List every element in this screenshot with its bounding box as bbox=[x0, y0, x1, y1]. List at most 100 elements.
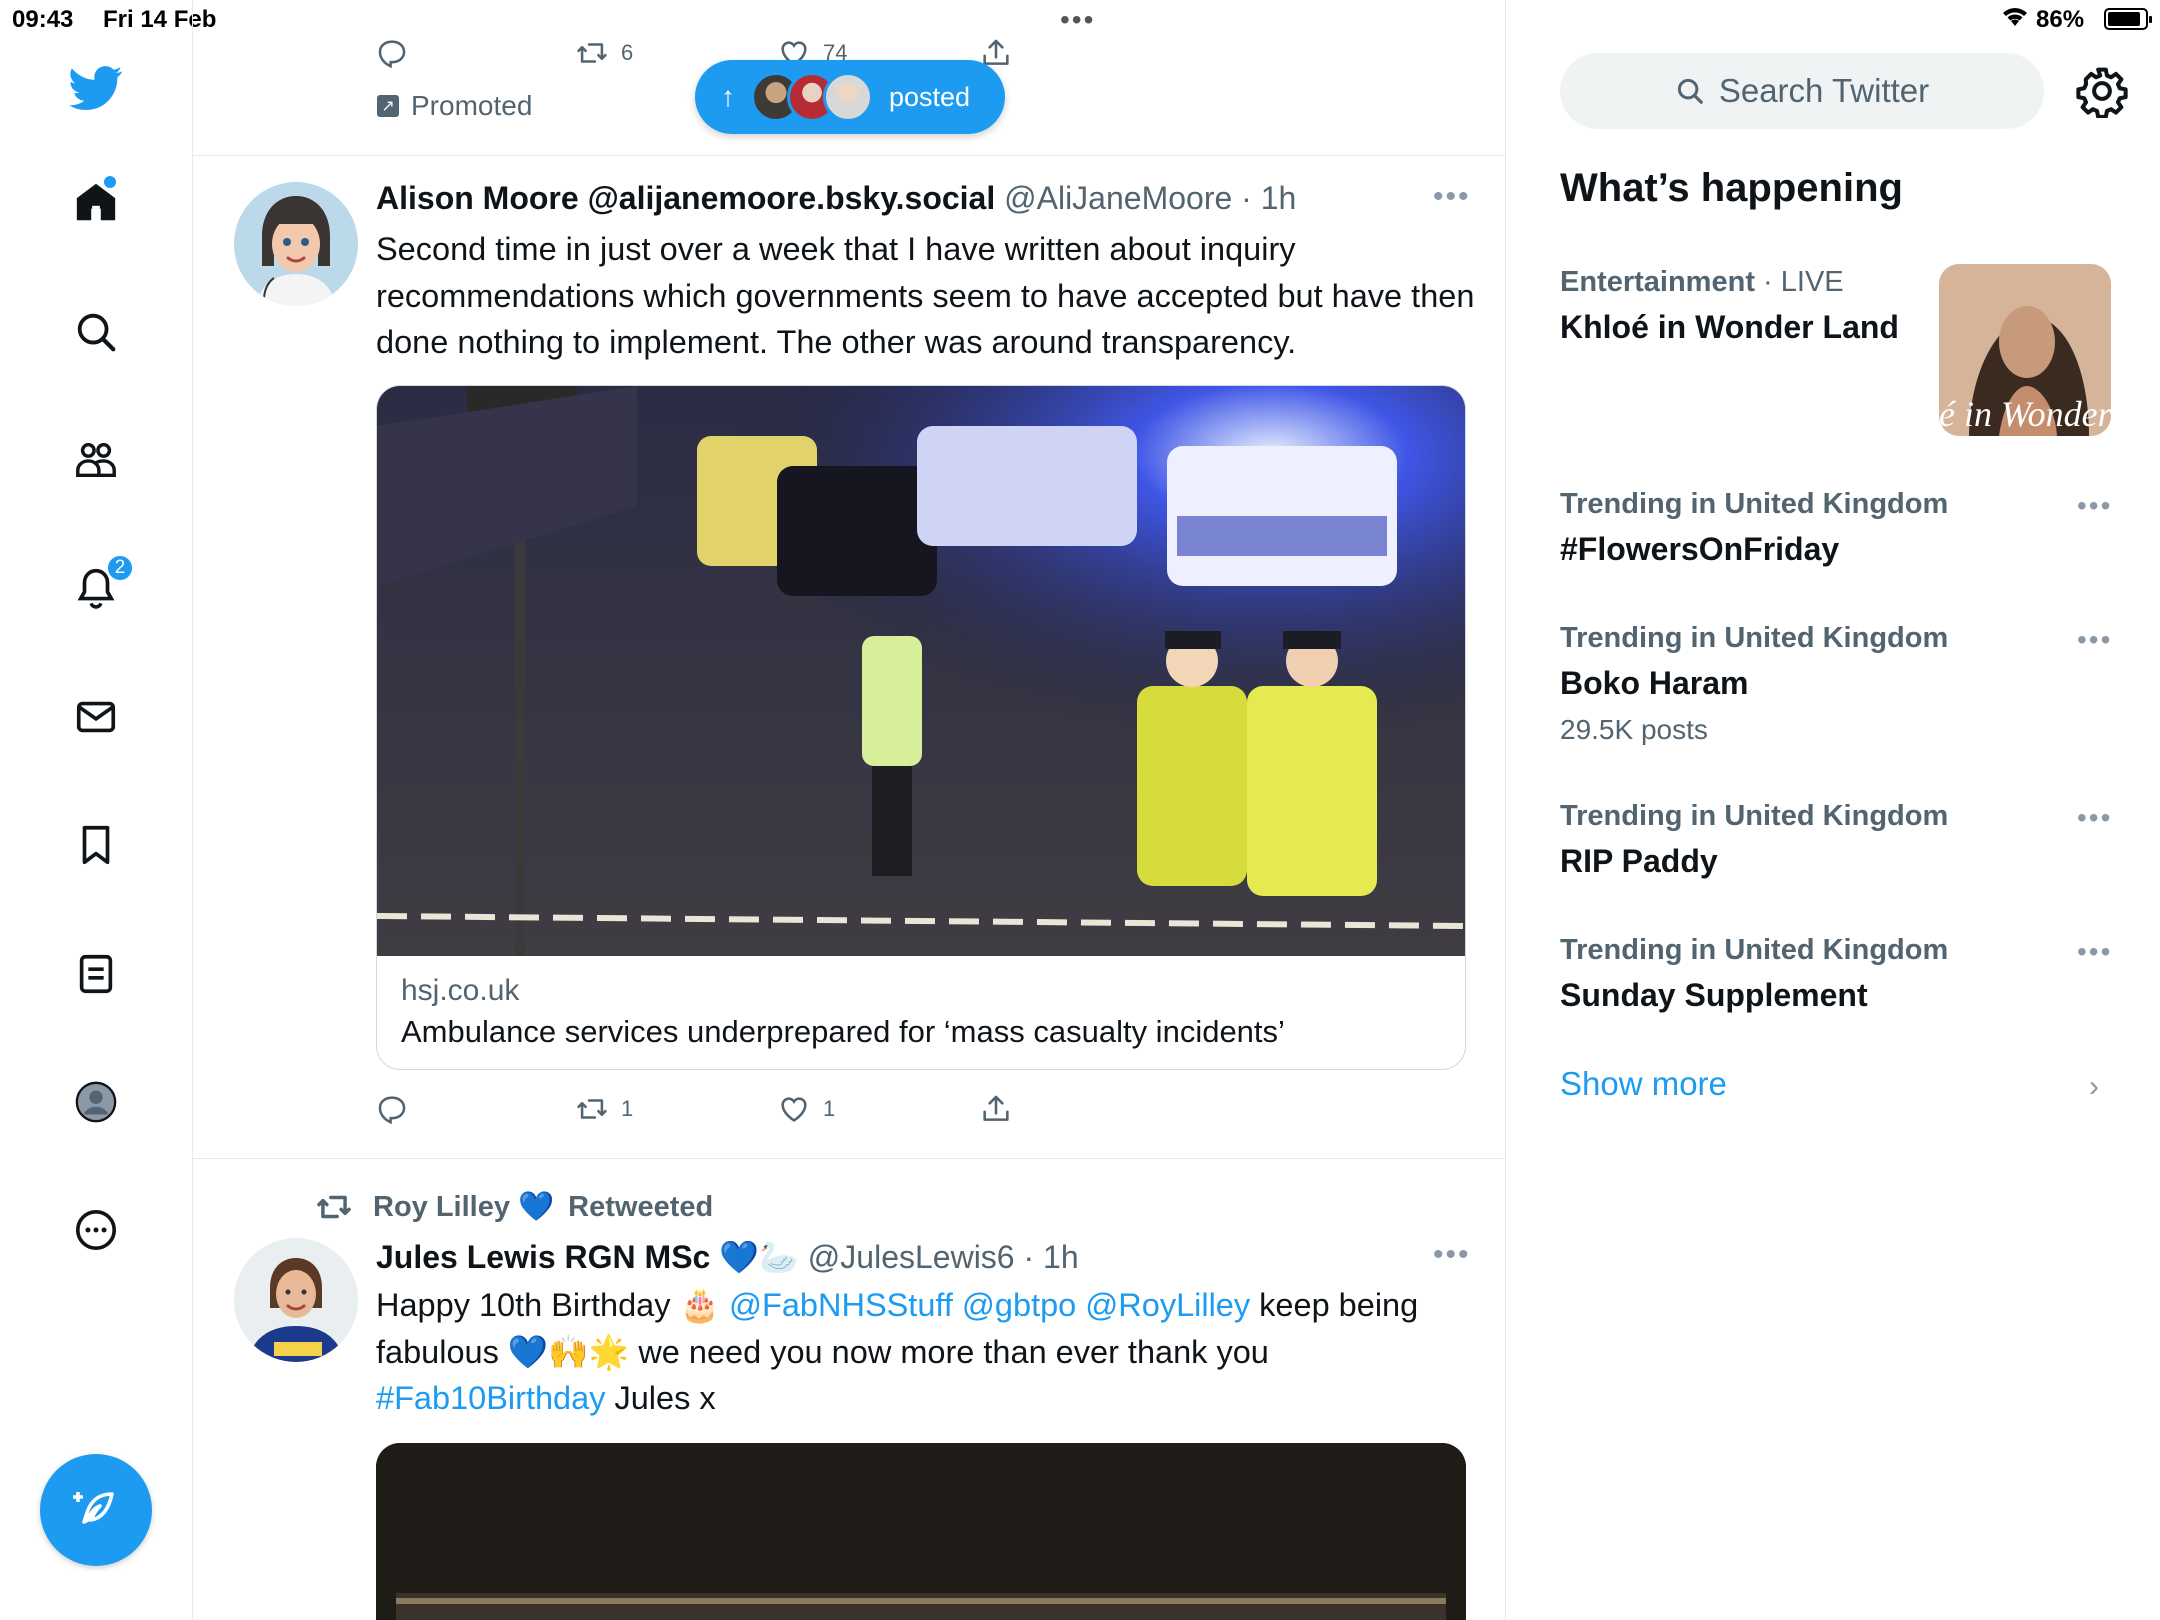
nav-bookmarks[interactable] bbox=[66, 815, 126, 875]
trend-post-count: 29.5K posts bbox=[1560, 714, 1708, 745]
trend-category: Entertainment bbox=[1560, 266, 1755, 298]
mention-link[interactable]: @RoyLilley bbox=[1085, 1287, 1250, 1323]
whats-happening-heading: What’s happening bbox=[1560, 166, 1903, 210]
nav-notifications[interactable]: 2 bbox=[66, 554, 134, 618]
trend-category: Trending in United Kingdom bbox=[1560, 934, 1949, 966]
trend-image[interactable]: é in Wonder l bbox=[1939, 264, 2111, 436]
tweet-more-options-icon[interactable]: ••• bbox=[1433, 1238, 1471, 1272]
search-icon bbox=[1677, 78, 1703, 104]
author-name[interactable]: Jules Lewis RGN MSc 💙🦢 bbox=[376, 1239, 799, 1275]
trend-category: Trending in United Kingdom bbox=[1560, 622, 1949, 654]
mention-link[interactable]: @gbtpo bbox=[962, 1287, 1076, 1323]
notifications-badge: 2 bbox=[106, 554, 134, 582]
trend-item[interactable]: Trending in United Kingdom Sunday Supple… bbox=[1560, 934, 2120, 1014]
lists-icon bbox=[79, 954, 113, 994]
trend-item[interactable]: Trending in United Kingdom RIP Paddy bbox=[1560, 800, 2120, 880]
new-posts-label: posted bbox=[889, 81, 971, 112]
hashtag-link[interactable]: #Fab10Birthday bbox=[376, 1380, 605, 1416]
more-circle-icon bbox=[75, 1209, 117, 1251]
left-navigation: 2 bbox=[0, 0, 193, 1620]
search-icon bbox=[77, 313, 116, 352]
tweet-header: Alison Moore @alijanemoore.bsky.social @… bbox=[376, 180, 1296, 217]
reply-button[interactable] bbox=[375, 36, 409, 70]
nav-explore[interactable] bbox=[66, 302, 126, 362]
retweet-count: 6 bbox=[621, 40, 634, 65]
trend-image-caption: é in Wonder l bbox=[1939, 394, 2111, 434]
tweet-time[interactable]: · 1h bbox=[1023, 1239, 1078, 1275]
trend-category: Trending in United Kingdom bbox=[1560, 488, 1949, 520]
trend-more-options-icon[interactable]: ••• bbox=[2077, 936, 2112, 968]
home-unread-dot bbox=[104, 176, 116, 188]
timeline: 6 74 ↗ Promoted ↑ posted Alison Moore @a… bbox=[193, 0, 1506, 1620]
nav-lists[interactable] bbox=[66, 944, 126, 1004]
retweet-icon bbox=[577, 43, 607, 63]
tweet-text-segment: Jules x bbox=[605, 1380, 716, 1416]
tweet-media-image[interactable] bbox=[376, 1443, 1466, 1620]
compose-feather-icon bbox=[73, 1492, 114, 1524]
reply-icon bbox=[378, 1096, 406, 1125]
nav-profile[interactable] bbox=[66, 1072, 126, 1132]
promoted-label: Promoted bbox=[411, 90, 533, 121]
trend-live-label: · LIVE bbox=[1754, 266, 1844, 298]
tweet-text: Second time in just over a week that I h… bbox=[376, 231, 1475, 360]
avatar[interactable] bbox=[234, 1238, 358, 1362]
link-card-image bbox=[377, 386, 1465, 956]
nav-more[interactable] bbox=[66, 1200, 126, 1260]
trend-topic: Boko Haram bbox=[1560, 665, 1749, 701]
new-posts-pill[interactable]: ↑ posted bbox=[695, 60, 1005, 134]
right-sidebar: Search Twitter What’s happening Entertai… bbox=[1507, 0, 2160, 1620]
tweet-divider bbox=[193, 155, 1505, 156]
retweet-context: Roy Lilley 💙 Retweeted bbox=[315, 1188, 713, 1226]
avatar[interactable] bbox=[234, 182, 358, 306]
heart-icon bbox=[781, 1097, 807, 1122]
retweet-icon bbox=[577, 1099, 607, 1119]
tweet-text: Happy 10th Birthday 🎂 @FabNHSStuff @gbtp… bbox=[376, 1282, 1476, 1422]
new-post-avatar bbox=[823, 72, 873, 122]
nav-home[interactable] bbox=[66, 172, 126, 232]
trend-more-options-icon[interactable]: ••• bbox=[2077, 802, 2112, 834]
reply-icon bbox=[378, 40, 406, 69]
author-handle[interactable]: @JulesLewis6 bbox=[808, 1239, 1015, 1275]
promoted-indicator: ↗ Promoted bbox=[377, 90, 532, 122]
retweet-button[interactable]: 1 bbox=[575, 1092, 633, 1126]
trend-topic: Sunday Supplement bbox=[1560, 977, 1868, 1013]
promoted-icon: ↗ bbox=[377, 95, 399, 117]
trend-more-options-icon[interactable]: ••• bbox=[2077, 490, 2112, 522]
show-more-link[interactable]: Show more bbox=[1560, 1065, 1727, 1103]
mention-link[interactable]: @FabNHSStuff bbox=[729, 1287, 953, 1323]
tweet-more-options-icon[interactable]: ••• bbox=[1433, 180, 1471, 214]
link-card[interactable]: hsj.co.uk Ambulance services underprepar… bbox=[376, 385, 1466, 1070]
tweet-text-segment: Happy 10th Birthday 🎂 bbox=[376, 1287, 730, 1323]
trend-category: Trending in United Kingdom bbox=[1560, 800, 1949, 832]
reply-button[interactable] bbox=[375, 1092, 409, 1126]
retweet-button[interactable]: 6 bbox=[575, 36, 633, 70]
retweet-count: 1 bbox=[621, 1096, 634, 1121]
share-icon bbox=[983, 1095, 1009, 1121]
link-card-domain: hsj.co.uk bbox=[401, 974, 520, 1007]
share-button[interactable] bbox=[979, 1092, 1013, 1126]
nav-communities[interactable] bbox=[66, 430, 126, 490]
settings-gear-icon[interactable] bbox=[2075, 64, 2129, 119]
author-name[interactable]: Alison Moore @alijanemoore.bsky.social bbox=[376, 180, 995, 216]
like-button[interactable]: 1 bbox=[777, 1092, 835, 1126]
search-input[interactable]: Search Twitter bbox=[1560, 53, 2044, 129]
author-handle[interactable]: @AliJaneMoore bbox=[1004, 180, 1232, 216]
retweet-icon bbox=[317, 1195, 351, 1219]
communities-icon bbox=[76, 442, 116, 478]
tweet-divider bbox=[193, 1158, 1505, 1159]
tweet-header: Jules Lewis RGN MSc 💙🦢 @JulesLewis6 · 1h bbox=[376, 1238, 1079, 1276]
like-count: 1 bbox=[823, 1096, 836, 1121]
envelope-icon bbox=[76, 701, 116, 733]
tweet-time[interactable]: · 1h bbox=[1241, 180, 1296, 216]
trend-item[interactable]: Trending in United Kingdom Boko Haram 29… bbox=[1560, 622, 2120, 746]
link-card-title: Ambulance services underprepared for ‘ma… bbox=[401, 1014, 1285, 1049]
nav-messages[interactable] bbox=[66, 687, 126, 747]
compose-tweet-button[interactable] bbox=[40, 1454, 152, 1566]
trend-topic: RIP Paddy bbox=[1560, 843, 1718, 879]
twitter-logo-icon[interactable] bbox=[66, 58, 126, 118]
profile-avatar-icon bbox=[75, 1081, 117, 1123]
retweeted-by[interactable]: Roy Lilley 💙 bbox=[373, 1190, 554, 1224]
trend-more-options-icon[interactable]: ••• bbox=[2077, 624, 2112, 656]
bookmark-icon bbox=[82, 825, 110, 865]
trend-item[interactable]: Trending in United Kingdom #FlowersOnFri… bbox=[1560, 488, 2120, 568]
